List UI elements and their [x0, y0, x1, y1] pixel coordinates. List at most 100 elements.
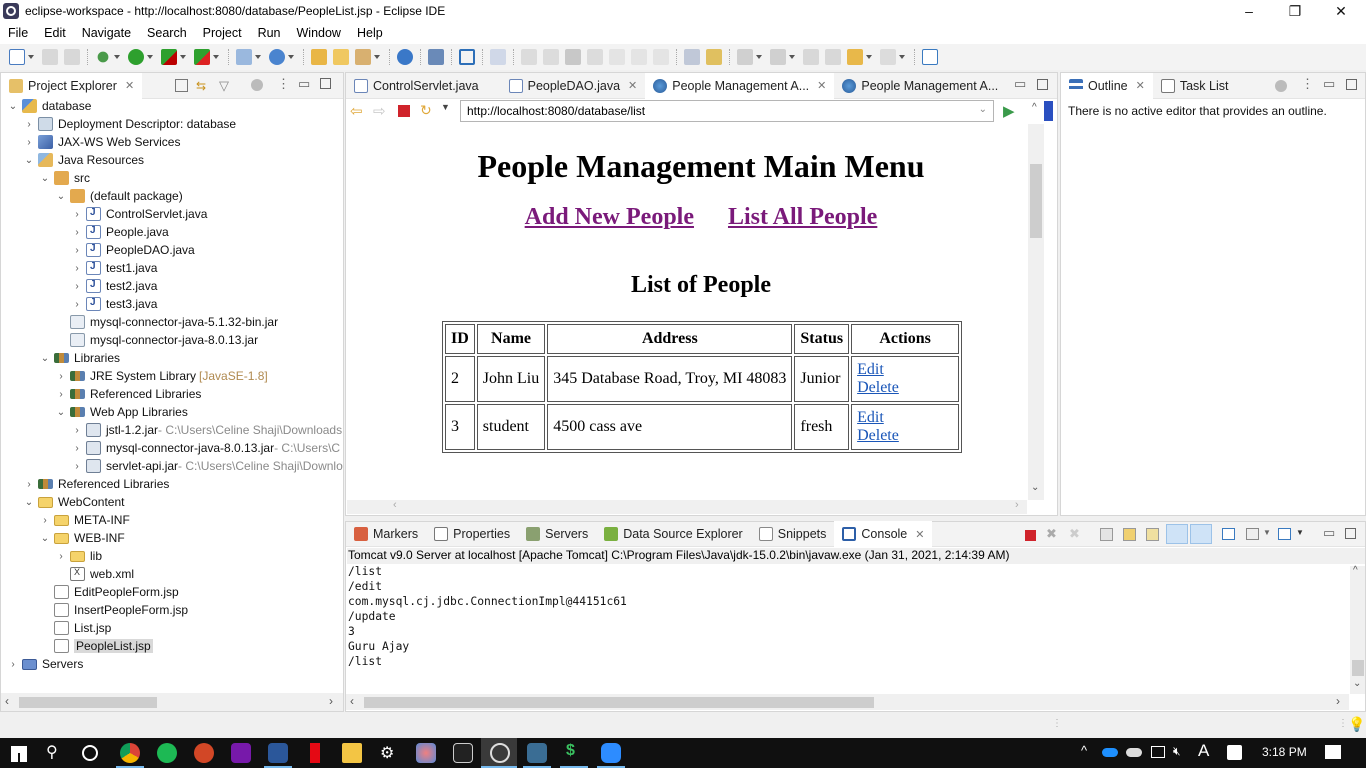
chevron-right-icon[interactable]: ›	[55, 551, 67, 562]
show-hidden-icons[interactable]: ^	[1081, 743, 1087, 758]
tab-outline[interactable]: Outline ✕	[1061, 72, 1153, 99]
browser-refresh-icon[interactable]: ↻	[420, 102, 432, 119]
chevron-right-icon[interactable]: ›	[23, 479, 35, 490]
maximize-view-icon[interactable]	[1345, 528, 1356, 539]
scroll-lock-icon[interactable]	[1123, 528, 1136, 541]
cortana-icon[interactable]	[82, 745, 98, 761]
open-console-icon[interactable]	[1278, 528, 1291, 540]
toggle-mark-icon[interactable]	[684, 49, 700, 65]
edit-link[interactable]: Edit	[857, 409, 884, 426]
external-tools-dropdown[interactable]	[213, 49, 220, 65]
chevron-down-icon[interactable]: ⌄	[39, 533, 51, 544]
tree-item[interactable]: › mysql-connector-java-8.0.13.jar - C:\Us…	[71, 439, 340, 457]
tab-control-servlet[interactable]: ControlServlet.java	[346, 73, 487, 99]
list-all-people-link[interactable]: List All People	[728, 204, 877, 230]
remove-all-launches-icon[interactable]: ✖	[1069, 526, 1080, 542]
toggle-block-icon[interactable]	[706, 49, 722, 65]
tab-data-source-explorer[interactable]: Data Source Explorer	[596, 521, 751, 547]
word-icon[interactable]	[268, 743, 288, 763]
netflix-icon[interactable]	[310, 743, 320, 763]
tree-item[interactable]: web.xml	[55, 565, 134, 583]
zoom-icon[interactable]	[601, 743, 621, 763]
refresh-dropdown-icon[interactable]: ▼	[441, 102, 450, 112]
file-explorer-icon[interactable]	[342, 743, 362, 763]
menu-edit[interactable]: Edit	[36, 26, 74, 40]
run-coverage-icon[interactable]	[161, 49, 177, 65]
url-dropdown-icon[interactable]: ⌄	[979, 104, 987, 115]
scrollbar-thumb[interactable]	[1030, 164, 1042, 238]
language-icon[interactable]: A	[1198, 741, 1209, 761]
tray-app-icon[interactable]	[1227, 745, 1242, 760]
chevron-down-icon[interactable]: ⌄	[23, 155, 35, 166]
browser-forward-icon[interactable]: ⇨	[373, 102, 386, 120]
tab-project-explorer[interactable]: Project Explorer ✕	[1, 72, 143, 99]
tree-item[interactable]: › jstl-1.2.jar - C:\Users\Celine Shaji\Do…	[71, 421, 342, 439]
close-icon[interactable]: ✕	[628, 79, 637, 92]
tab-people-management-2[interactable]: People Management A...	[834, 73, 1006, 99]
collapse-all-icon[interactable]	[175, 79, 188, 92]
back-icon[interactable]	[847, 49, 863, 65]
minimize-view-icon[interactable]: ▭	[298, 76, 310, 92]
chevron-right-icon[interactable]: ›	[71, 281, 83, 292]
chevron-right-icon[interactable]: ›	[23, 137, 35, 148]
next-annotation-dropdown[interactable]	[756, 49, 763, 65]
suspend-icon[interactable]	[543, 49, 559, 65]
scroll-up-icon[interactable]: ^	[1032, 102, 1037, 113]
tab-people-management-1[interactable]: People Management A... ✕	[645, 72, 835, 99]
tree-item[interactable]: ⌄ Web App Libraries	[55, 403, 188, 421]
show-on-stdout-icon[interactable]	[1166, 524, 1188, 544]
menu-window[interactable]: Window	[289, 26, 349, 40]
tree-item[interactable]: › META-INF	[39, 511, 129, 529]
tree-item[interactable]: › test3.java	[71, 295, 157, 313]
tree-item[interactable]: › servlet-api.jar - C:\Users\Celine Shaji…	[71, 457, 343, 475]
forward-icon[interactable]	[880, 49, 896, 65]
last-edit-icon[interactable]	[803, 49, 819, 65]
scrollbar-thumb[interactable]	[364, 697, 874, 708]
close-icon[interactable]: ✕	[817, 79, 826, 92]
coverage-dropdown[interactable]	[180, 49, 187, 65]
onenote-icon[interactable]	[231, 743, 251, 763]
chevron-right-icon[interactable]: ›	[71, 227, 83, 238]
tree-item[interactable]: › Referenced Libraries	[23, 475, 169, 493]
previous-annotation-icon[interactable]	[770, 49, 786, 65]
chevron-down-icon[interactable]: ⌄	[55, 407, 67, 418]
scrollbar-thumb[interactable]	[19, 697, 157, 708]
minimize-view-icon[interactable]: ▭	[1014, 76, 1026, 92]
menu-search[interactable]: Search	[139, 26, 195, 40]
tree-item[interactable]: ⌄ WEB-INF	[39, 529, 125, 547]
tab-task-list[interactable]: Task List	[1153, 73, 1237, 99]
forward-dropdown[interactable]	[899, 49, 906, 65]
toolbar-overflow-icon[interactable]	[1044, 101, 1053, 121]
chevron-right-icon[interactable]: ›	[71, 245, 83, 256]
scroll-right-icon[interactable]: ›	[1336, 694, 1340, 708]
tab-people-dao[interactable]: PeopleDAO.java ✕	[501, 73, 646, 99]
tree-item[interactable]: › Deployment Descriptor: database	[23, 115, 236, 133]
tree-item[interactable]: ⌄ Java Resources	[23, 151, 144, 169]
clear-console-icon[interactable]	[1100, 528, 1113, 541]
new-icon[interactable]	[9, 49, 25, 65]
tree-item[interactable]: › JAX-WS Web Services	[23, 133, 180, 151]
mysql-workbench-icon[interactable]	[527, 743, 547, 763]
tree-item[interactable]: › lib	[55, 547, 102, 565]
app-s-icon[interactable]: $	[566, 742, 575, 760]
taskbar-clock[interactable]: 3:18 PM	[1262, 745, 1307, 759]
scroll-left-icon[interactable]: ‹	[5, 694, 9, 708]
cloud-icon[interactable]	[1126, 748, 1142, 757]
onedrive-icon[interactable]	[1102, 748, 1118, 757]
menu-navigate[interactable]: Navigate	[74, 26, 139, 40]
pin-console-icon[interactable]	[1222, 528, 1235, 540]
tree-item[interactable]: › test1.java	[71, 259, 157, 277]
scroll-up-icon[interactable]: ^	[1353, 565, 1358, 576]
deploy-icon[interactable]	[428, 49, 444, 65]
tree-item[interactable]: ⌄ src	[39, 169, 90, 187]
run-icon[interactable]	[128, 49, 144, 65]
display-console-dropdown-icon[interactable]: ▼	[1263, 528, 1271, 537]
save-all-icon[interactable]	[64, 49, 80, 65]
tree-item[interactable]: mysql-connector-java-5.1.32-bin.jar	[55, 313, 278, 331]
tree-item[interactable]: ⌄ (default package)	[55, 187, 183, 205]
add-new-people-link[interactable]: Add New People	[525, 204, 694, 230]
chevron-right-icon[interactable]: ›	[71, 461, 83, 472]
word-wrap-icon[interactable]	[1146, 528, 1159, 541]
step-over-icon[interactable]	[631, 49, 647, 65]
step-into-icon[interactable]	[609, 49, 625, 65]
